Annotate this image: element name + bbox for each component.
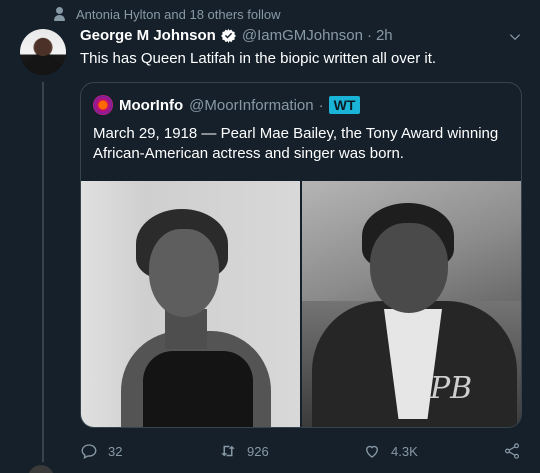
quoted-tweet-text: March 29, 1918 — Pearl Mae Bailey, the T…	[93, 125, 499, 162]
photo-left[interactable]	[81, 181, 300, 427]
like-icon	[366, 445, 378, 458]
separator-dot: ·	[318, 96, 324, 114]
quoted-author-avatar	[93, 95, 113, 115]
share-button[interactable]	[503, 442, 521, 460]
tweet-header: George M Johnson @IamGMJohnson · 2h	[80, 27, 393, 44]
retweet-icon	[221, 445, 235, 457]
wt-badge: WT	[328, 96, 361, 114]
reply-button[interactable]: 32	[80, 442, 122, 460]
quoted-tweet-card[interactable]: MoorInfo @MoorInformation · WT March 29,…	[80, 82, 522, 428]
photo-right[interactable]: PB	[302, 181, 521, 427]
quoted-author-name: MoorInfo	[119, 96, 184, 114]
like-count: 4.3K	[391, 443, 418, 459]
reply-icon	[81, 444, 97, 459]
author-handle[interactable]: @IamGMJohnson	[242, 27, 363, 44]
tweet-timestamp[interactable]: 2h	[376, 27, 393, 44]
like-button[interactable]: 4.3K	[363, 442, 418, 460]
separator-dot: ·	[366, 27, 372, 44]
thread-line	[42, 82, 44, 462]
caret-down-icon[interactable]	[508, 30, 522, 44]
retweet-count: 926	[247, 443, 269, 459]
social-context-text: Antonia Hylton and 18 others follow	[76, 6, 281, 22]
author-avatar[interactable]	[20, 29, 66, 75]
share-icon	[505, 443, 519, 459]
social-context[interactable]: Antonia Hylton and 18 others follow	[52, 6, 281, 22]
tweet-actions: 32 926 4.3K	[80, 440, 526, 462]
photo-grid: PB	[81, 181, 521, 427]
author-name[interactable]: George M Johnson	[80, 27, 216, 44]
retweet-button[interactable]: 926	[219, 442, 269, 460]
reply-count: 32	[108, 443, 123, 459]
verified-icon	[220, 28, 236, 44]
tweet-text: This has Queen Latifah in the biopic wri…	[80, 50, 437, 67]
quoted-author-handle: @MoorInformation	[189, 96, 314, 114]
person-icon	[52, 6, 68, 22]
next-tweet-avatar[interactable]	[28, 465, 54, 473]
quoted-tweet-header: MoorInfo @MoorInformation · WT	[93, 95, 361, 115]
